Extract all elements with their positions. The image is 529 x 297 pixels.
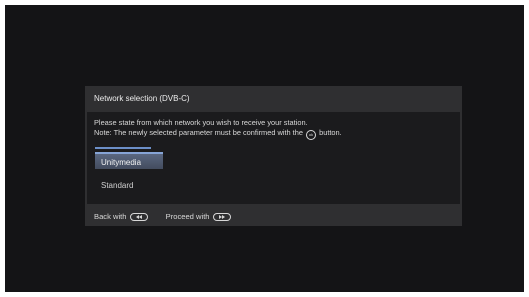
rewind-key-icon — [129, 212, 148, 221]
fast-forward-key-icon — [212, 212, 231, 221]
back-hint: Back with — [94, 212, 148, 221]
instruction-line-2-post: button. — [319, 128, 342, 137]
dialog-content: Please state from which network you wish… — [87, 112, 460, 204]
proceed-hint: Proceed with — [166, 212, 231, 221]
dialog-title: Network selection (DVB-C) — [94, 94, 190, 103]
instruction-line-2: Note: The newly selected parameter must … — [94, 128, 342, 140]
scroll-up-indicator — [95, 147, 151, 149]
network-selection-dialog: Network selection (DVB-C) Please state f… — [85, 86, 462, 226]
proceed-label: Proceed with — [165, 212, 210, 221]
dialog-footer: Back with Proceed with — [94, 212, 247, 221]
tv-screen: Network selection (DVB-C) Please state f… — [5, 5, 524, 292]
option-label: Unitymedia — [101, 158, 142, 167]
instruction-line-1: Please state from which network you wish… — [94, 118, 308, 127]
back-label: Back with — [94, 212, 127, 221]
network-option-standard[interactable]: Standard — [101, 181, 133, 190]
instruction-line-2-pre: Note: The newly selected parameter must … — [94, 128, 303, 137]
ok-button-icon: ok — [306, 130, 317, 140]
network-option-unitymedia[interactable]: Unitymedia — [95, 152, 163, 169]
instruction-text: Please state from which network you wish… — [94, 118, 342, 140]
